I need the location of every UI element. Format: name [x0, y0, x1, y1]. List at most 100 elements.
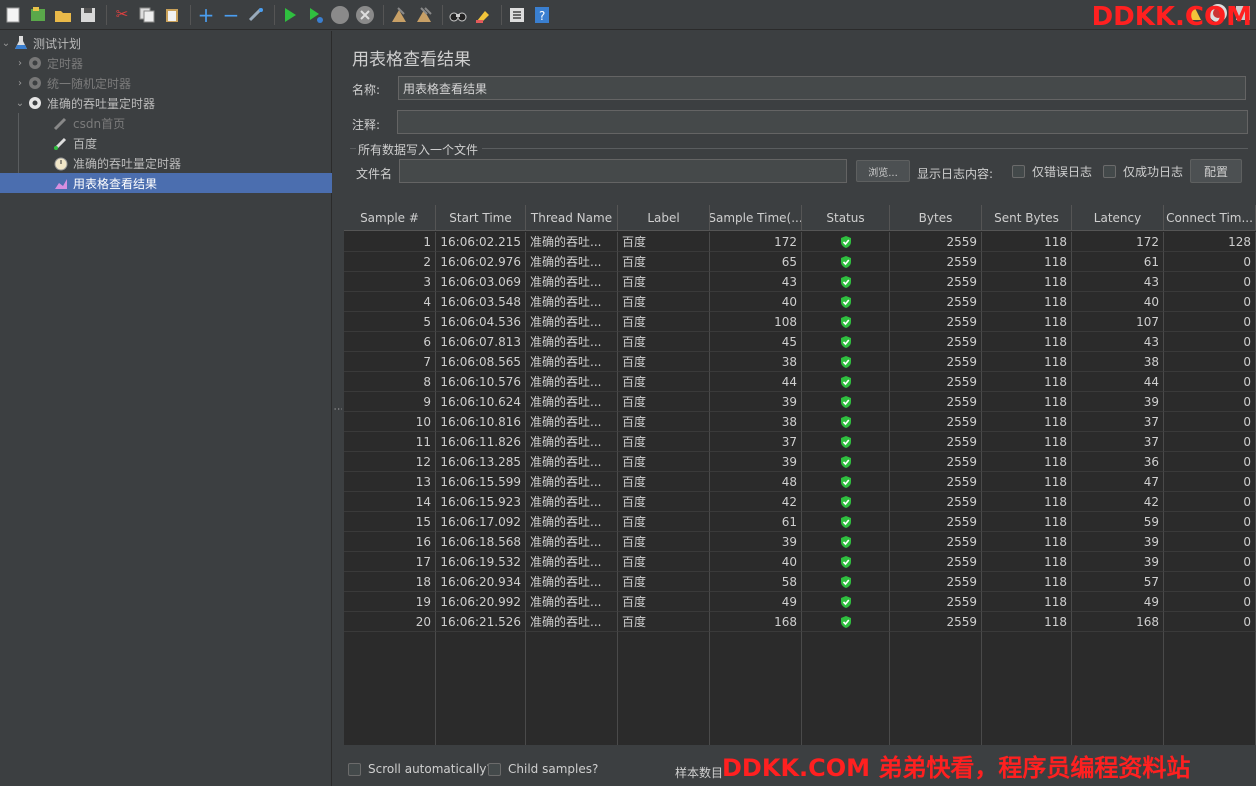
table-row[interactable]: 7 16:06:08.565 准确的吞吐... 百度 38 2559 118 38 0	[344, 352, 1256, 372]
cut-icon[interactable]: ✂	[111, 4, 133, 26]
reset-search-icon[interactable]	[472, 4, 494, 26]
table-cell: 20	[344, 612, 436, 632]
table-cell: 118	[982, 332, 1072, 352]
table-row[interactable]: 20 16:06:21.526 准确的吞吐... 百度 168 2559 118 168 0	[344, 612, 1256, 632]
table-row[interactable]: 8 16:06:10.576 准确的吞吐... 百度 44 2559 118 44 0	[344, 372, 1256, 392]
column-header[interactable]: Latency	[1072, 205, 1164, 231]
checkbox-box[interactable]	[1103, 165, 1116, 178]
checkbox-box[interactable]	[1012, 165, 1025, 178]
function-helper-icon[interactable]	[506, 4, 528, 26]
table-row[interactable]: 15 16:06:17.092 准确的吞吐... 百度 61 2559 118 59 0	[344, 512, 1256, 532]
table-row[interactable]: 14 16:06:15.923 准确的吞吐... 百度 42 2559 118 42 0	[344, 492, 1256, 512]
templates-icon[interactable]	[27, 4, 49, 26]
search-icon[interactable]	[447, 4, 469, 26]
splitter-handle[interactable]: ⋮	[333, 31, 344, 786]
help-icon[interactable]: ?	[531, 4, 553, 26]
column-header[interactable]: Sent Bytes	[982, 205, 1072, 231]
table-cell: 0	[1164, 332, 1256, 352]
table-cell: 16:06:07.813	[436, 332, 526, 352]
column-header[interactable]: Thread Name	[526, 205, 618, 231]
open-icon[interactable]	[52, 4, 74, 26]
tree-node-timer[interactable]: › 定时器	[14, 53, 332, 73]
checkbox-box[interactable]	[348, 762, 361, 776]
table-row[interactable]: 16 16:06:18.568 准确的吞吐... 百度 39 2559 118 39 0	[344, 532, 1256, 552]
checkbox-box[interactable]	[488, 762, 501, 776]
table-row[interactable]: 12 16:06:13.285 准确的吞吐... 百度 39 2559 118 36 0	[344, 452, 1256, 472]
configure-button[interactable]: 配置	[1190, 159, 1242, 183]
column-header[interactable]: Start Time	[436, 205, 526, 231]
table-cell: 5	[344, 312, 436, 332]
table-cell: 2559	[890, 572, 982, 592]
table-cell: 118	[982, 372, 1072, 392]
comment-field[interactable]	[397, 110, 1248, 134]
column-header[interactable]: Sample #	[344, 205, 436, 231]
stop-icon[interactable]	[329, 4, 351, 26]
table-row[interactable]: 1 16:06:02.215 准确的吞吐... 百度 172 2559 118 172 128	[344, 232, 1256, 252]
status-ok-icon	[802, 232, 890, 252]
table-row[interactable]: 4 16:06:03.548 准确的吞吐... 百度 40 2559 118 40 0	[344, 292, 1256, 312]
table-row[interactable]: 18 16:06:20.934 准确的吞吐... 百度 58 2559 118 57 0	[344, 572, 1256, 592]
table-cell: 准确的吞吐...	[526, 292, 618, 312]
clear-icon[interactable]	[388, 4, 410, 26]
table-row[interactable]: 17 16:06:19.532 准确的吞吐... 百度 40 2559 118 39 0	[344, 552, 1256, 572]
table-row[interactable]: 9 16:06:10.624 准确的吞吐... 百度 39 2559 118 39 0	[344, 392, 1256, 412]
column-header[interactable]: Connect Tim...	[1164, 205, 1256, 231]
table-cell: 38	[710, 352, 802, 372]
table-row[interactable]: 19 16:06:20.992 准确的吞吐... 百度 49 2559 118 49 0	[344, 592, 1256, 612]
copy-icon[interactable]	[136, 4, 158, 26]
tree-node-precise-throughput-timer[interactable]: 准确的吞吐量定时器	[40, 153, 332, 173]
column-header[interactable]: Status	[802, 205, 890, 231]
table-row[interactable]: 11 16:06:11.826 准确的吞吐... 百度 37 2559 118 37 0	[344, 432, 1256, 452]
start-icon[interactable]	[279, 4, 301, 26]
success-only-checkbox[interactable]: 仅成功日志	[1103, 163, 1183, 180]
filename-field[interactable]	[399, 159, 847, 183]
chevron-down-icon[interactable]: ⌄	[0, 38, 12, 49]
shutdown-icon[interactable]	[354, 4, 376, 26]
table-row[interactable]: 2 16:06:02.976 准确的吞吐... 百度 65 2559 118 61 0	[344, 252, 1256, 272]
table-cell: 0	[1164, 572, 1256, 592]
column-header[interactable]: Bytes	[890, 205, 982, 231]
tree-node-view-results-in-table[interactable]: 用表格查看结果	[0, 173, 332, 193]
tree-node-test-plan[interactable]: ⌄ 测试计划	[0, 33, 332, 53]
scroll-automatically-label: Scroll automatically?	[368, 762, 493, 776]
table-cell: 0	[1164, 492, 1256, 512]
expand-icon[interactable]: +	[195, 4, 217, 26]
tree-node-precise-throughput-timer-group[interactable]: ⌄ 准确的吞吐量定时器	[14, 93, 332, 113]
tree-node-csdn-home[interactable]: csdn首页	[40, 113, 332, 133]
name-label: 名称:	[352, 83, 381, 97]
table-row[interactable]: 13 16:06:15.599 准确的吞吐... 百度 48 2559 118 47 0	[344, 472, 1256, 492]
tree-node-label: 准确的吞吐量定时器	[47, 96, 156, 111]
child-samples-checkbox[interactable]: Child samples?	[488, 762, 598, 776]
chevron-right-icon[interactable]: ›	[14, 58, 26, 69]
table-cell: 40	[1072, 292, 1164, 312]
errors-only-checkbox[interactable]: 仅错误日志	[1012, 163, 1092, 180]
browse-button[interactable]: 浏览...	[856, 160, 910, 182]
table-row[interactable]: 6 16:06:07.813 准确的吞吐... 百度 45 2559 118 43 0	[344, 332, 1256, 352]
collapse-icon[interactable]: −	[220, 4, 242, 26]
scroll-automatically-checkbox[interactable]: Scroll automatically?	[348, 762, 493, 776]
table-cell: 2	[344, 252, 436, 272]
save-icon[interactable]	[77, 4, 99, 26]
table-row[interactable]: 5 16:06:04.536 准确的吞吐... 百度 108 2559 118 107 0	[344, 312, 1256, 332]
results-table[interactable]: Sample # Start Time Thread Name Label Sample…	[344, 205, 1256, 745]
chevron-down-icon[interactable]: ⌄	[14, 98, 26, 109]
table-row[interactable]: 10 16:06:10.816 准确的吞吐... 百度 38 2559 118 37 0	[344, 412, 1256, 432]
status-ok-icon	[802, 412, 890, 432]
name-field[interactable]: 用表格查看结果	[398, 76, 1246, 100]
table-row[interactable]: 3 16:06:03.069 准确的吞吐... 百度 43 2559 118 43 0	[344, 272, 1256, 292]
paste-icon[interactable]	[161, 4, 183, 26]
tree-node-uniform-random-timer[interactable]: › 统一随机定时器	[14, 73, 332, 93]
table-cell: 42	[710, 492, 802, 512]
column-header[interactable]: Label	[618, 205, 710, 231]
chevron-right-icon[interactable]: ›	[14, 78, 26, 89]
tree-node-label: 统一随机定时器	[47, 76, 132, 91]
table-cell: 49	[1072, 592, 1164, 612]
table-cell: 2559	[890, 372, 982, 392]
tree-node-baidu[interactable]: 百度	[40, 133, 332, 153]
new-icon[interactable]	[2, 4, 24, 26]
clear-all-icon[interactable]	[413, 4, 435, 26]
test-plan-tree[interactable]: ⌄ 测试计划 › 定时器 › 统一随机定时器 ⌄ 准确的吞吐量定时器 csdn首…	[0, 31, 332, 786]
start-no-pause-icon[interactable]	[304, 4, 326, 26]
column-header[interactable]: Sample Time(...	[710, 205, 802, 231]
toggle-icon[interactable]	[245, 4, 267, 26]
